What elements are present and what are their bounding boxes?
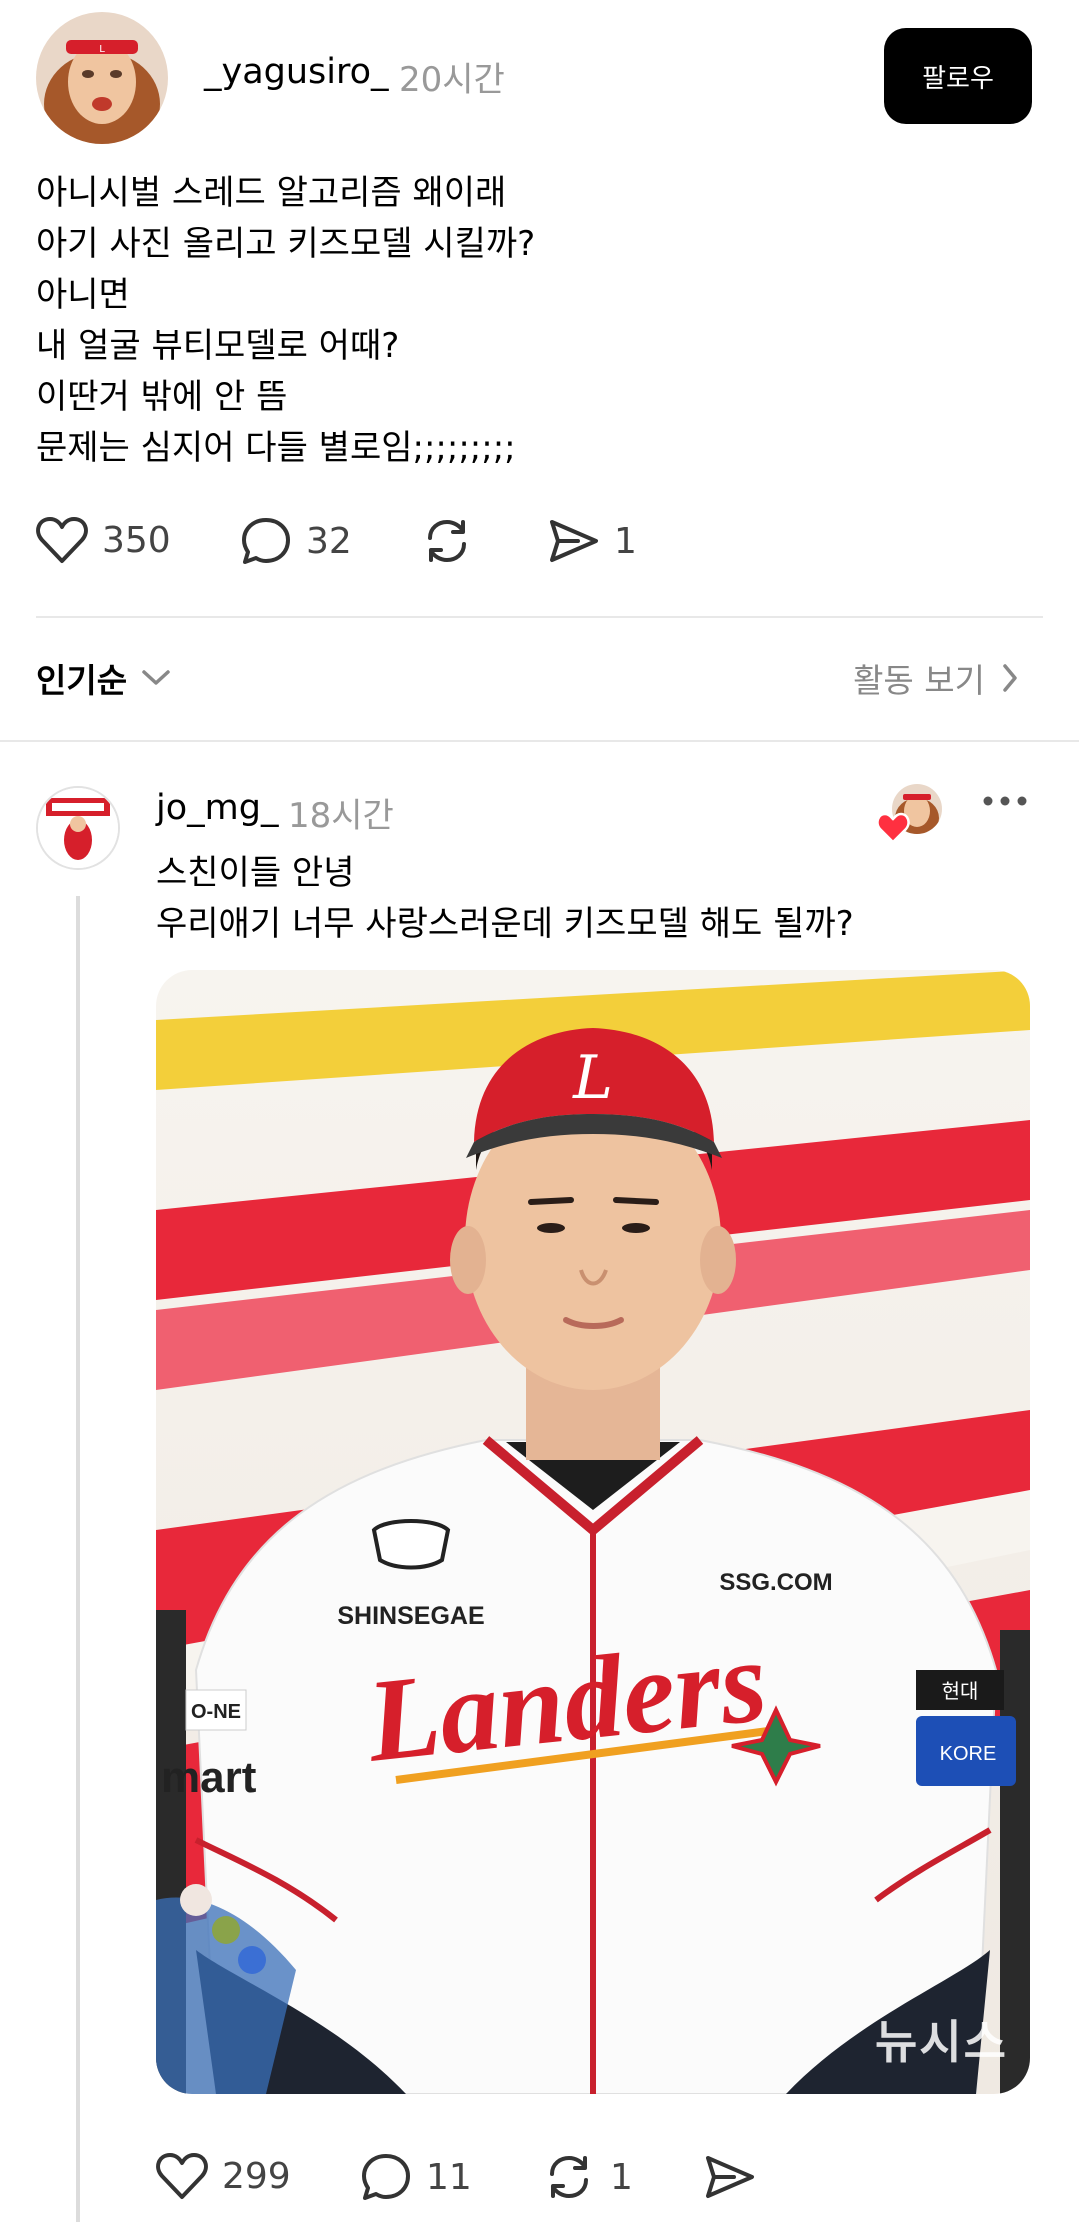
- comment-button[interactable]: 32: [240, 516, 352, 566]
- repost-icon: [550, 2156, 588, 2198]
- chevron-right-icon: [1003, 664, 1017, 692]
- author-avatar[interactable]: L: [36, 12, 168, 144]
- reply-repost-button[interactable]: 1: [542, 2152, 633, 2202]
- post-body: 아니시벌 스레드 알고리즘 왜이래 아기 사진 올리고 키즈모델 시킬까? 아니…: [36, 173, 536, 468]
- reply-comment-button[interactable]: 11: [360, 2152, 472, 2202]
- comment-count: 32: [306, 520, 352, 562]
- reply-photo[interactable]: L SHINSEGAE SSG.COM Landers O-NE mart 현대…: [156, 970, 1030, 2094]
- chevron-down-icon: [142, 670, 170, 685]
- share-count: 1: [614, 520, 637, 562]
- liked-heart-icon: [876, 812, 910, 844]
- sort-dropdown[interactable]: 인기순: [36, 654, 171, 702]
- reply-like-count: 299: [222, 2155, 291, 2197]
- comment-icon: [362, 2154, 410, 2200]
- view-activity-link[interactable]: 활동 보기: [853, 654, 1019, 702]
- reply-like-button[interactable]: 299: [156, 2152, 291, 2200]
- reply-body: 스친이들 안녕 우리애기 너무 사랑스러운데 키즈모델 해도 될까?: [156, 853, 854, 944]
- photo-watermark: 뉴시스: [875, 2015, 1008, 2069]
- heart-icon: [36, 517, 88, 563]
- right-patch-top: 현대: [942, 1679, 979, 1703]
- heart-icon: [156, 2153, 208, 2199]
- section-divider: [0, 740, 1079, 742]
- share-button[interactable]: 1: [548, 516, 637, 566]
- like-button[interactable]: 350: [36, 516, 171, 564]
- author-username[interactable]: _yagusiro_: [204, 52, 389, 92]
- sort-label: 인기순: [36, 661, 128, 700]
- more-options-icon[interactable]: [982, 794, 1028, 808]
- send-icon: [550, 520, 598, 562]
- comment-icon: [242, 518, 290, 564]
- reply-author-username[interactable]: jo_mg_: [156, 788, 278, 828]
- cap-logo: L: [572, 1043, 613, 1113]
- follow-button[interactable]: 팔로우: [884, 28, 1032, 124]
- reply-timestamp: 18시간: [288, 796, 394, 836]
- jersey-brand: SHINSEGAE: [337, 1602, 484, 1630]
- jersey-sponsor: SSG.COM: [719, 1569, 832, 1596]
- left-patch-bottom: mart: [161, 1753, 257, 1802]
- right-patch-bottom: KORE: [940, 1743, 997, 1765]
- reply-share-button[interactable]: [704, 2152, 770, 2202]
- repost-icon: [428, 520, 466, 562]
- like-count: 350: [102, 519, 171, 561]
- view-activity-label: 활동 보기: [853, 661, 985, 700]
- post-timestamp: 20시간: [399, 60, 505, 100]
- svg-text:L: L: [99, 44, 105, 55]
- reply-repost-count: 1: [610, 2156, 633, 2198]
- reply-comment-count: 11: [426, 2156, 472, 2198]
- repost-button[interactable]: [420, 516, 488, 566]
- left-patch-top: O-NE: [191, 1701, 241, 1723]
- thread-line: [76, 896, 80, 2222]
- divider: [36, 616, 1043, 618]
- reply-author-avatar[interactable]: [36, 786, 120, 870]
- send-icon: [706, 2156, 754, 2198]
